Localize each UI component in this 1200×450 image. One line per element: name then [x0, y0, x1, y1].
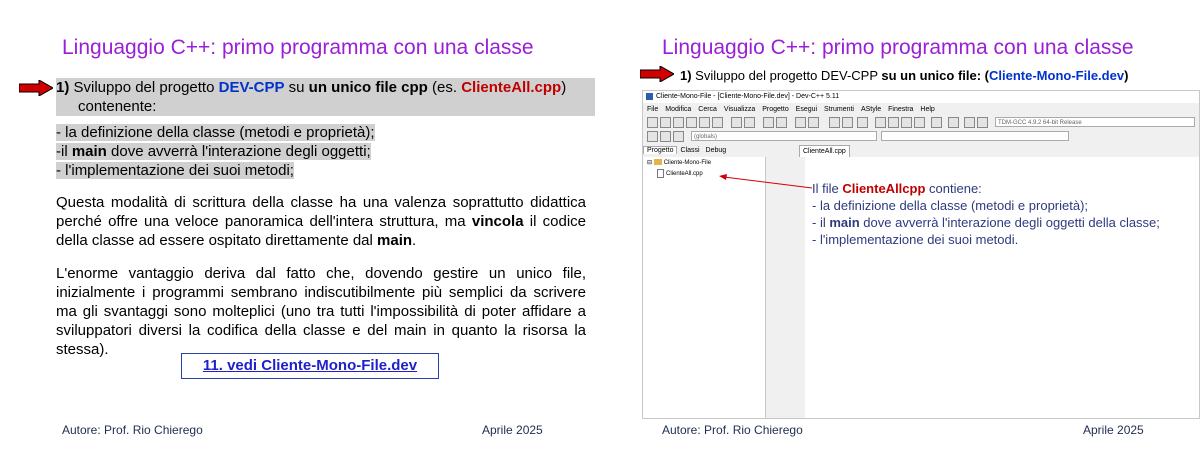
point-number: 1)	[56, 79, 70, 96]
class-browser-icon[interactable]	[673, 131, 684, 142]
list-item: - l'implementazione dei suoi metodi;	[56, 162, 294, 179]
author: Autore: Prof. Rio Chierego	[662, 423, 803, 437]
bookmark-icon[interactable]	[660, 131, 671, 142]
editor-gutter	[791, 157, 805, 418]
stop-icon[interactable]	[948, 117, 959, 128]
date: Aprile 2025	[1083, 423, 1144, 437]
slide-left: Linguaggio C++: primo programma con una …	[0, 0, 598, 450]
ide-toolbar: TDM-GCC 4.9.2 64-bit Release	[643, 116, 1199, 129]
paragraph-advantages: L'enorme vantaggio deriva dal fatto che,…	[56, 265, 586, 358]
compile-icon[interactable]	[875, 117, 886, 128]
menu-strumenti[interactable]: Strumenti	[824, 106, 854, 113]
point-text: )	[561, 79, 567, 96]
menu-progetto[interactable]: Progetto	[762, 106, 788, 113]
file-icon	[657, 169, 664, 178]
date: Aprile 2025	[482, 423, 543, 437]
point-1: 1) Sviluppo del progetto DEV-CPP su un u…	[680, 68, 1129, 83]
folder-icon	[653, 159, 662, 166]
list-item: - la definizione della classe (metodi e …	[56, 124, 375, 141]
list-item: - l'implementazione dei suoi metodi.	[812, 232, 1019, 247]
ide-menu-bar: File Modifica Cerca Visualizza Progetto …	[643, 104, 936, 115]
symbol-select[interactable]	[881, 131, 1069, 141]
tab-classi[interactable]: Classi	[677, 147, 702, 154]
print-icon[interactable]	[712, 117, 723, 128]
scope-select[interactable]: (globals)	[691, 131, 877, 141]
point-1: 1) Sviluppo del progetto DEV-CPP su un u…	[56, 78, 595, 116]
panel-tabs: Progetto Classi Debug	[643, 145, 729, 156]
menu-file[interactable]: File	[647, 106, 658, 113]
menu-visualizza[interactable]: Visualizza	[724, 106, 755, 113]
tab-debug[interactable]: Debug	[703, 147, 730, 154]
pointer-arrow-icon	[719, 174, 813, 189]
tree-file-node[interactable]: ClienteAll.cpp	[657, 169, 703, 178]
goto-icon[interactable]	[647, 131, 658, 142]
definitions-list: - la definizione della classe (metodi e …	[56, 123, 375, 180]
ide-toolbar-2: (globals)	[643, 130, 1199, 143]
note-heading: Il file ClienteAllcpp contiene:	[812, 181, 982, 196]
project-options-icon[interactable]	[857, 117, 868, 128]
menu-help[interactable]: Help	[920, 106, 934, 113]
slide-right: Linguaggio C++: primo programma con una …	[602, 0, 1200, 450]
project-link[interactable]: 11. vedi Cliente-Mono-File.dev	[181, 353, 439, 379]
tab-progetto[interactable]: Progetto	[643, 146, 678, 154]
menu-finestra[interactable]: Finestra	[888, 106, 913, 113]
chart-icon[interactable]	[964, 117, 975, 128]
find-icon[interactable]	[763, 117, 774, 128]
point-text: Sviluppo del progetto	[69, 79, 219, 96]
list-item: - la definizione della classe (metodi e …	[812, 198, 1089, 213]
check-icon[interactable]	[931, 117, 942, 128]
close-icon[interactable]	[699, 117, 710, 128]
file-contents-note: Il file ClienteAllcpp contiene: - la def…	[812, 180, 1160, 248]
devcpp-label: DEV-CPP	[218, 79, 285, 96]
red-arrow-icon	[640, 66, 674, 82]
file-name: Cliente-Mono-File.dev	[989, 68, 1125, 83]
replace-icon[interactable]	[776, 117, 787, 128]
slide-title: Linguaggio C++: primo programma con una …	[662, 36, 1134, 59]
slide-title: Linguaggio C++: primo programma con una …	[62, 36, 534, 59]
point-text: su	[284, 79, 309, 96]
remove-from-project-icon[interactable]	[842, 117, 853, 128]
redo-icon[interactable]	[744, 117, 755, 128]
save-icon[interactable]	[673, 117, 684, 128]
list-item: - il main dove avverrà l'interazione deg…	[812, 215, 1160, 230]
menu-modifica[interactable]: Modifica	[665, 106, 691, 113]
red-arrow-icon	[19, 80, 53, 96]
devcpp-ide-screenshot: Cliente-Mono-File - [Cliente-Mono-File.d…	[642, 90, 1200, 419]
author: Autore: Prof. Rio Chierego	[62, 423, 203, 437]
profile-icon[interactable]	[977, 117, 988, 128]
undo-icon[interactable]	[731, 117, 742, 128]
indent-icon[interactable]	[795, 117, 806, 128]
project-tree: ⊟ Cliente-Mono-File ClienteAll.cpp	[643, 157, 766, 418]
paragraph-didactic: Questa modalità di scrittura della class…	[56, 194, 586, 249]
app-icon	[646, 92, 653, 100]
menu-cerca[interactable]: Cerca	[698, 106, 717, 113]
open-icon[interactable]	[660, 117, 671, 128]
ide-title-bar: Cliente-Mono-File - [Cliente-Mono-File.d…	[643, 91, 1199, 103]
menu-astyle[interactable]: AStyle	[861, 106, 881, 113]
editor-tab[interactable]: ClienteAll.cpp	[799, 145, 850, 157]
run-icon[interactable]	[888, 117, 899, 128]
menu-esegui[interactable]: Esegui	[796, 106, 817, 113]
point-continuation: contenente:	[78, 98, 157, 115]
new-file-icon[interactable]	[647, 117, 658, 128]
file-name: ClienteAll.cpp	[461, 79, 562, 96]
tree-project-node[interactable]: ⊟ Cliente-Mono-File	[647, 159, 711, 167]
single-file-label: un unico file cpp	[308, 79, 428, 96]
list-item: -il main dove avverrà l'interazione degl…	[56, 143, 371, 160]
save-all-icon[interactable]	[686, 117, 697, 128]
rebuild-icon[interactable]	[914, 117, 925, 128]
compiler-select[interactable]: TDM-GCC 4.9.2 64-bit Release	[995, 117, 1195, 127]
unindent-icon[interactable]	[808, 117, 819, 128]
compile-run-icon[interactable]	[901, 117, 912, 128]
add-to-project-icon[interactable]	[829, 117, 840, 128]
point-text: (es.	[427, 79, 462, 96]
